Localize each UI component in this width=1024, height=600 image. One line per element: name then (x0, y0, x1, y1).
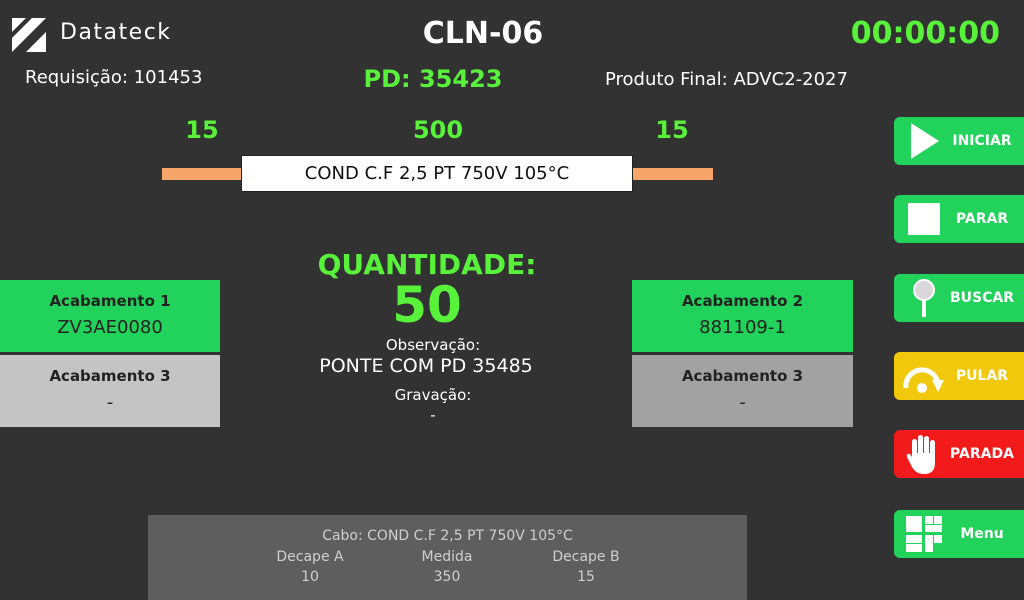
iniciar-label: INICIAR (952, 133, 1012, 149)
acabamento-title: Acabamento 3 (681, 367, 804, 385)
decape-b-label: Decape B (552, 549, 620, 565)
skip-icon (902, 354, 946, 398)
buscar-button[interactable]: BUSCAR (894, 274, 1024, 322)
play-icon (902, 119, 946, 163)
acabamento-value: - (106, 392, 114, 413)
medida-label: Medida (421, 549, 473, 565)
buscar-label: BUSCAR (949, 290, 1014, 306)
grid-icon (902, 512, 946, 556)
iniciar-button[interactable]: INICIAR (894, 117, 1024, 165)
left-strip-length: 15 (185, 116, 219, 144)
acabamento-value: 881109-1 (699, 317, 786, 338)
acabamento-3-left-card: Acabamento 3 - (0, 355, 220, 427)
stop-icon (902, 197, 946, 241)
acabamento-2-card: Acabamento 2 881109-1 (632, 280, 853, 352)
acabamento-title: Acabamento 3 (49, 367, 171, 385)
acabamento-value: ZV3AE0080 (57, 317, 163, 338)
acabamento-value: - (739, 392, 746, 413)
decape-a-value: 10 (301, 569, 319, 585)
parar-label: PARAR (955, 211, 1009, 227)
timer: 00:00:00 (850, 16, 1000, 51)
produto-final-label: Produto Final: ADVC2-2027 (605, 69, 848, 90)
acabamento-title: Acabamento 2 (681, 292, 804, 310)
cabo-label: Cabo: COND C.F 2,5 PT 750V 105°C (322, 528, 573, 544)
pular-button[interactable]: PULAR (894, 352, 1024, 400)
cable-info-panel: Cabo: COND C.F 2,5 PT 750V 105°C Decape … (148, 515, 747, 600)
menu-label: Menu (960, 526, 1004, 542)
pular-label: PULAR (955, 368, 1009, 384)
cable-description: COND C.F 2,5 PT 750V 105°C (241, 155, 633, 192)
medida-value: 350 (433, 569, 461, 585)
right-strip-length: 15 (655, 116, 689, 144)
acabamento-title: Acabamento 1 (49, 292, 171, 310)
left-wire-strip (162, 168, 242, 180)
menu-button[interactable]: Menu (894, 510, 1024, 558)
acabamento-1-card: Acabamento 1 ZV3AE0080 (0, 280, 220, 352)
pin-icon (902, 276, 946, 320)
cable-length: 500 (412, 116, 464, 144)
parada-label: PARADA (950, 446, 1014, 462)
parada-button[interactable]: PARADA (894, 430, 1024, 478)
parar-button[interactable]: PARAR (894, 195, 1024, 243)
hand-icon (902, 432, 946, 476)
right-wire-strip (633, 168, 713, 180)
decape-b-value: 15 (577, 569, 595, 585)
acabamento-3-right-card: Acabamento 3 - (632, 355, 853, 427)
machine-title: CLN-06 (422, 16, 544, 51)
decape-a-label: Decape A (276, 549, 344, 565)
